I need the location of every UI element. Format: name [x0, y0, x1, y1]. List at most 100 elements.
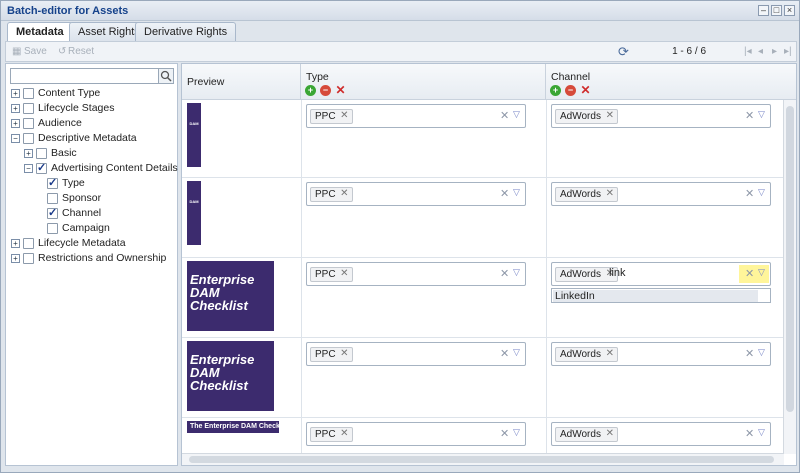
collapse-icon[interactable]: − — [24, 164, 33, 173]
remove-tag-icon[interactable]: ✕ — [340, 428, 348, 439]
chevron-down-icon[interactable]: ▽ — [758, 267, 765, 278]
clear-icon[interactable]: ✕ — [745, 109, 754, 122]
chevron-down-icon[interactable]: ▽ — [758, 109, 765, 120]
type-combo[interactable]: PPC ✕ ✕ ▽ — [306, 104, 526, 128]
remove-tag-icon[interactable]: ✕ — [606, 110, 614, 121]
channel-input-text[interactable]: link — [609, 267, 626, 279]
last-page-icon[interactable]: ▸| — [784, 46, 792, 57]
remove-tag-icon[interactable]: ✕ — [606, 348, 614, 359]
type-combo[interactable]: PPC ✕ ✕ ▽ — [306, 422, 526, 446]
clear-icon[interactable]: ✕ — [500, 109, 509, 122]
search-icon[interactable] — [158, 69, 173, 83]
type-combo[interactable]: PPC ✕ ✕ ▽ — [306, 262, 526, 286]
expand-icon[interactable]: + — [11, 254, 20, 263]
add-icon[interactable]: + — [305, 85, 316, 96]
chevron-down-icon[interactable]: ▽ — [513, 109, 520, 120]
reset-button[interactable]: Reset — [68, 46, 94, 57]
prev-page-icon[interactable]: ◂ — [758, 46, 763, 57]
save-button[interactable]: Save — [24, 46, 47, 57]
remove-icon[interactable]: − — [320, 85, 331, 96]
expand-icon[interactable]: + — [11, 119, 20, 128]
scroll-thumb[interactable] — [189, 456, 774, 463]
column-header-preview[interactable]: Preview — [182, 64, 301, 100]
chevron-down-icon[interactable]: ▽ — [513, 427, 520, 438]
first-page-icon[interactable]: |◂ — [744, 46, 752, 57]
type-combo[interactable]: PPC ✕ ✕ ▽ — [306, 182, 526, 206]
tree-checkbox[interactable] — [47, 223, 58, 234]
save-icon: ▦ — [12, 46, 22, 57]
chevron-down-icon[interactable]: ▽ — [513, 267, 520, 278]
tab-metadata[interactable]: Metadata — [7, 22, 73, 42]
tree-search-input[interactable] — [10, 68, 174, 84]
channel-tag: AdWords ✕ — [555, 427, 618, 442]
expand-icon[interactable]: + — [11, 89, 20, 98]
asset-thumbnail[interactable]: DAM — [187, 103, 201, 167]
clear-icon[interactable]: ✕ — [745, 347, 754, 360]
remove-tag-icon[interactable]: ✕ — [606, 188, 614, 199]
tree-checkbox[interactable] — [23, 133, 34, 144]
remove-tag-icon[interactable]: ✕ — [340, 268, 348, 279]
pager-text: 1 - 6 / 6 — [672, 46, 706, 57]
channel-combo[interactable]: AdWords ✕ ✕ ▽ — [551, 182, 771, 206]
chevron-down-icon[interactable]: ▽ — [758, 187, 765, 198]
clear-icon[interactable]: ✕ — [500, 427, 509, 440]
horizontal-scrollbar[interactable] — [182, 453, 784, 465]
tree-checkbox[interactable] — [23, 103, 34, 114]
clear-icon[interactable]: ✕ — [335, 84, 346, 96]
clear-icon[interactable]: ✕ — [580, 84, 591, 96]
clear-icon[interactable]: ✕ — [745, 427, 754, 440]
tree-checkbox[interactable] — [47, 176, 58, 189]
chevron-down-icon[interactable]: ▽ — [513, 187, 520, 198]
expand-icon[interactable]: + — [24, 149, 33, 158]
tree-checkbox[interactable] — [47, 206, 58, 219]
tree-checkbox[interactable] — [23, 118, 34, 129]
tag-label: AdWords — [560, 349, 601, 360]
tab-derivative-rights[interactable]: Derivative Rights — [135, 22, 237, 41]
remove-tag-icon[interactable]: ✕ — [340, 348, 348, 359]
remove-icon[interactable]: − — [565, 85, 576, 96]
clear-icon[interactable]: ✕ — [500, 267, 509, 280]
expand-icon[interactable]: + — [11, 104, 20, 113]
type-combo[interactable]: PPC ✕ ✕ ▽ — [306, 342, 526, 366]
column-header-channel[interactable]: Channel + − ✕ — [546, 64, 796, 100]
remove-tag-icon[interactable]: ✕ — [340, 110, 348, 121]
asset-thumbnail[interactable]: Enterprise DAM Checklist — [187, 261, 274, 331]
maximize-icon[interactable]: □ — [771, 5, 782, 16]
chevron-down-icon[interactable]: ▽ — [758, 427, 765, 438]
chevron-down-icon[interactable]: ▽ — [513, 347, 520, 358]
column-header-type[interactable]: Type + − ✕ — [301, 64, 546, 100]
tree-item-label: Campaign — [62, 222, 110, 234]
channel-combo[interactable]: AdWords ✕ link ✕ ▽ — [551, 262, 771, 286]
clear-icon[interactable]: ✕ — [500, 187, 509, 200]
clear-icon[interactable]: ✕ — [745, 267, 754, 280]
tag-label: PPC — [315, 111, 336, 122]
vertical-scrollbar[interactable] — [783, 100, 796, 454]
collapse-icon[interactable]: − — [11, 134, 20, 143]
clear-icon[interactable]: ✕ — [500, 347, 509, 360]
chevron-down-icon[interactable]: ▽ — [758, 347, 765, 358]
remove-tag-icon[interactable]: ✕ — [606, 428, 614, 439]
tree-checkbox[interactable] — [23, 88, 34, 99]
channel-combo[interactable]: AdWords ✕ ✕ ▽ — [551, 422, 771, 446]
tree-checkbox[interactable] — [36, 161, 47, 174]
add-icon[interactable]: + — [550, 85, 561, 96]
minimize-icon[interactable]: – — [758, 5, 769, 16]
channel-combo[interactable]: AdWords ✕ ✕ ▽ — [551, 342, 771, 366]
refresh-icon[interactable]: ⟳ — [618, 44, 629, 60]
dropdown-option-linkedin[interactable]: LinkedIn — [553, 290, 758, 302]
remove-tag-icon[interactable]: ✕ — [340, 188, 348, 199]
table-row: Enterprise DAM Checklist PPC ✕ ✕ ▽ AdWords ✕ ✕ ▽ — [182, 338, 784, 418]
clear-icon[interactable]: ✕ — [745, 187, 754, 200]
scroll-thumb[interactable] — [786, 106, 794, 412]
next-page-icon[interactable]: ▸ — [772, 46, 777, 57]
close-icon[interactable]: × — [784, 5, 795, 16]
tree-checkbox[interactable] — [47, 193, 58, 204]
tree-checkbox[interactable] — [23, 238, 34, 249]
tree-checkbox[interactable] — [36, 148, 47, 159]
asset-thumbnail[interactable]: Enterprise DAM Checklist — [187, 341, 274, 411]
asset-thumbnail[interactable]: The Enterprise DAM Checklist — [187, 421, 279, 433]
tree-checkbox[interactable] — [23, 253, 34, 264]
asset-thumbnail[interactable]: DAM — [187, 181, 201, 245]
expand-icon[interactable]: + — [11, 239, 20, 248]
channel-combo[interactable]: AdWords ✕ ✕ ▽ — [551, 104, 771, 128]
